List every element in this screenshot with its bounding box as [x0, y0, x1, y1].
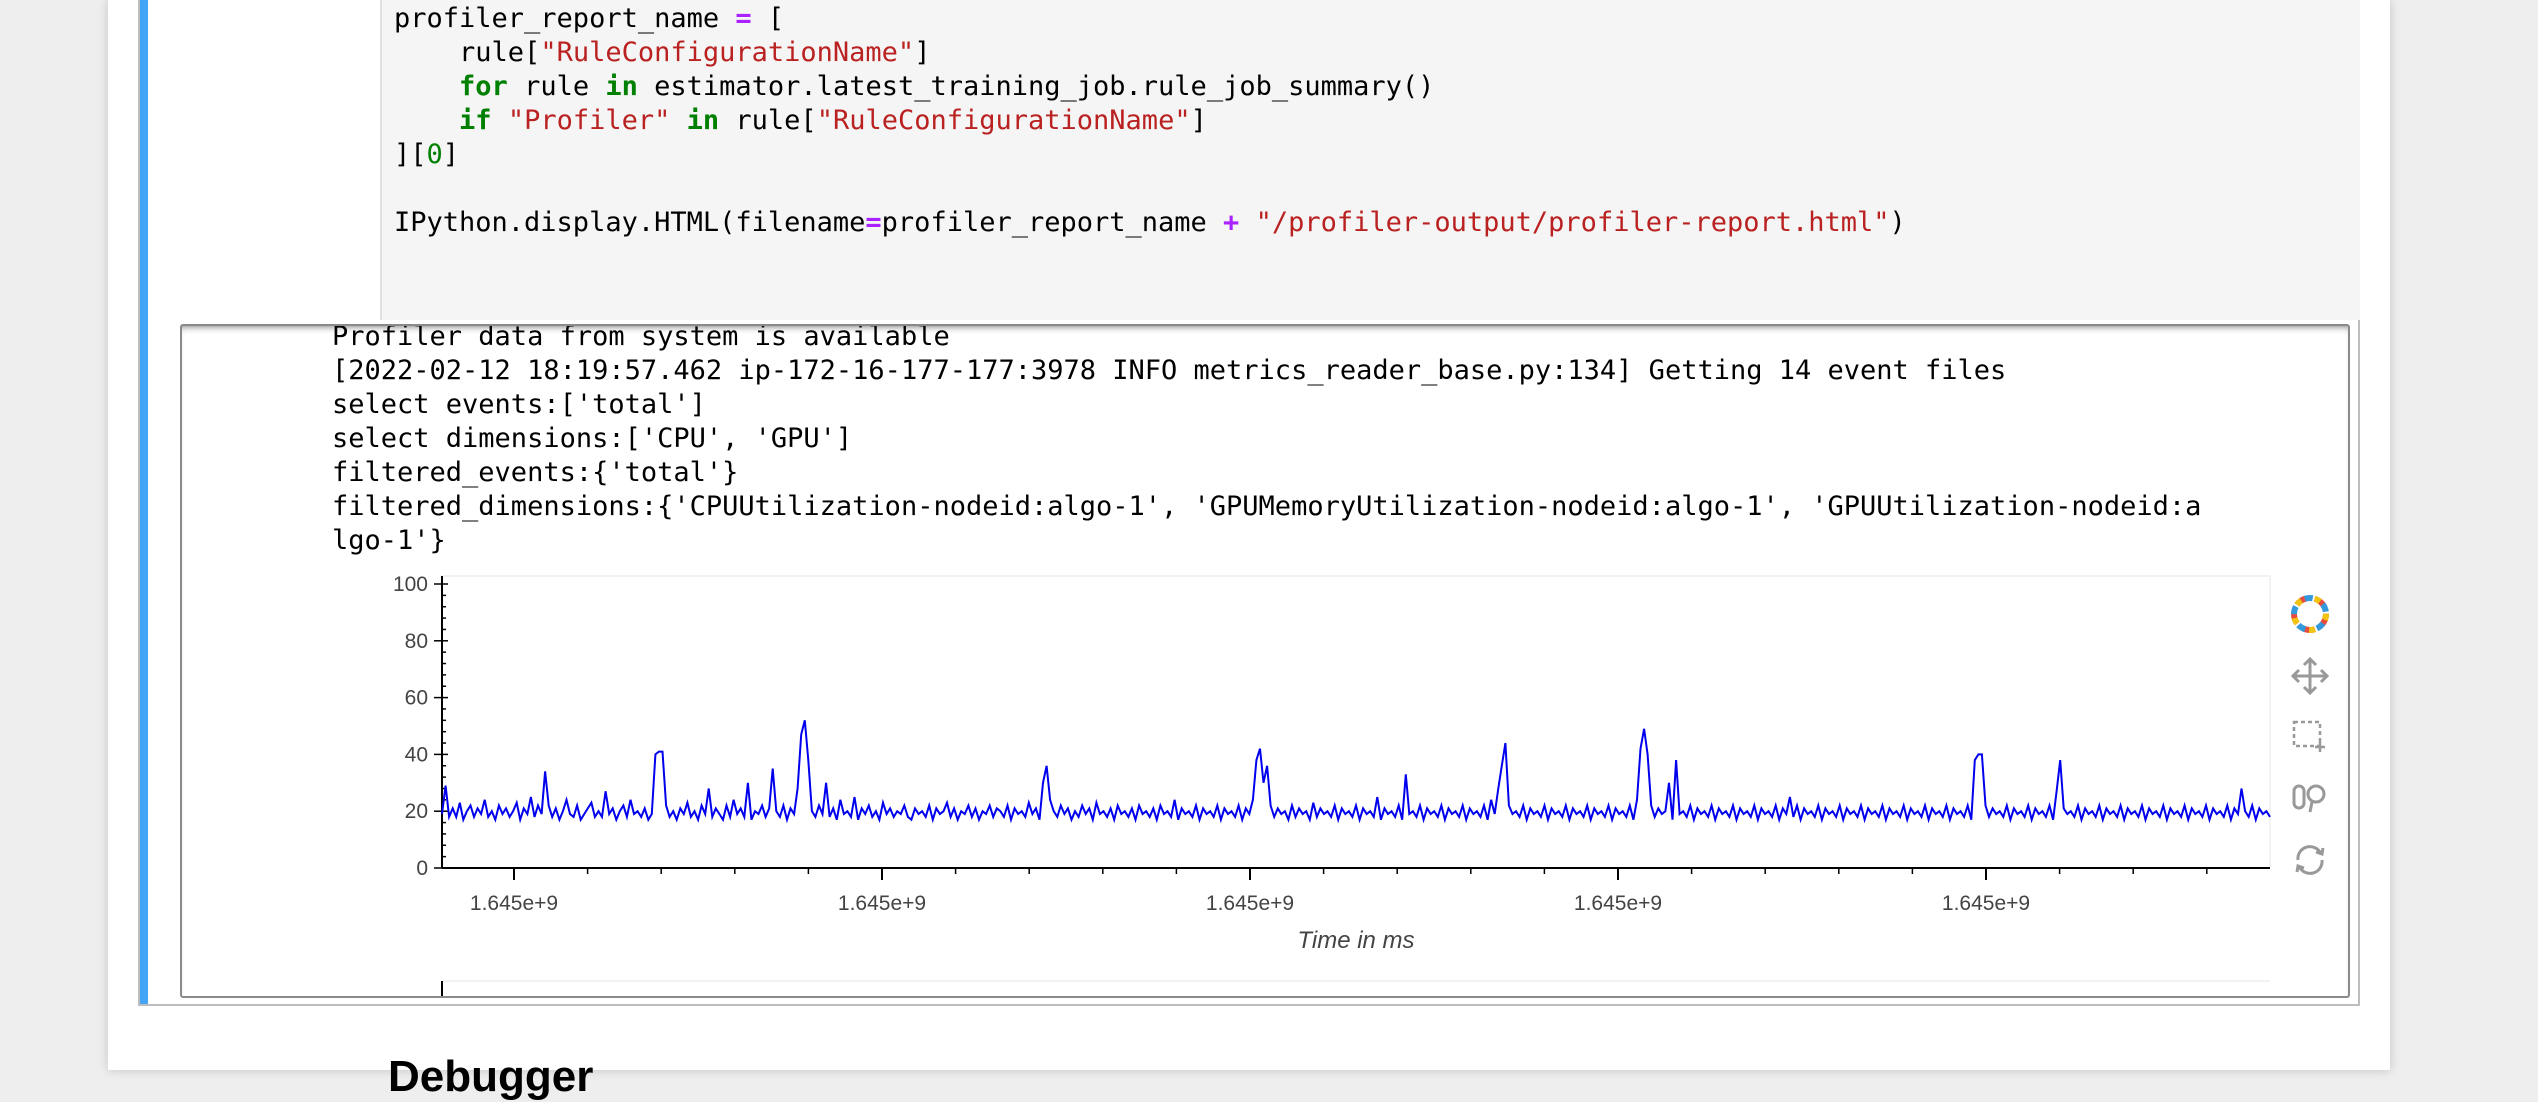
code-token: rule[	[719, 105, 817, 136]
stdout-line: filtered_events:{'total'}	[332, 457, 739, 488]
code-token: in	[605, 71, 638, 102]
y-tick-label: 60	[405, 687, 428, 710]
code-line: if "Profiler" in rule["RuleConfiguration…	[394, 104, 1906, 138]
chart-svg[interactable]: 0 20 40 60 80 100 1.645e+9 1.645e+9 1.645e+9 1.64…	[182, 556, 2348, 996]
next-section-heading: Debugger	[388, 1052, 594, 1101]
plot-frame	[441, 575, 2271, 869]
stdout-line: filtered_dimensions:{'CPUUtilization-nod…	[332, 491, 2202, 522]
stdout-line: [2022-02-12 18:19:57.462 ip-172-16-177-1…	[332, 355, 2007, 386]
x-tick-label: 1.645e+9	[1574, 892, 1662, 915]
code-token: ]	[442, 139, 460, 170]
code-editor[interactable]: profiler_report_name = [ rule["RuleConfi…	[380, 0, 2360, 320]
stdout-line: lgo-1'}	[332, 525, 446, 556]
code-token: =	[735, 3, 752, 34]
wheel-zoom-icon[interactable]	[2290, 778, 2330, 818]
code-token: "RuleConfigurationName"	[816, 105, 1191, 136]
code-token: =	[865, 207, 882, 238]
y-tick-label: 100	[393, 573, 428, 596]
code-text[interactable]: profiler_report_name = [ rule["RuleConfi…	[394, 2, 1906, 240]
code-token: +	[1223, 207, 1240, 238]
code-line: ][0]	[394, 138, 1906, 172]
stdout-text: Profiler data from system is available [2…	[332, 324, 2332, 558]
code-token: for	[459, 71, 508, 102]
code-token: 0	[426, 139, 443, 170]
x-tick-label: 1.645e+9	[838, 892, 926, 915]
stdout-line: Profiler data from system is available	[332, 324, 950, 352]
stdout-line: select events:['total']	[332, 389, 706, 420]
code-line: profiler_report_name = [	[394, 2, 1906, 36]
code-line: rule["RuleConfigurationName"]	[394, 36, 1906, 70]
code-token: "/profiler-output/profiler-report.html"	[1255, 207, 1890, 238]
stdout-line: select dimensions:['CPU', 'GPU']	[332, 423, 853, 454]
code-token: profiler_report_name	[394, 3, 736, 34]
code-token: [	[751, 3, 785, 34]
cell-selection-bar	[140, 0, 148, 1004]
notebook-container: profiler_report_name = [ rule["RuleConfi…	[108, 0, 2390, 1101]
code-token: profiler_report_name	[881, 207, 1224, 238]
code-token: in	[686, 105, 720, 136]
cpu-utilization-chart[interactable]: 0 20 40 60 80 100 1.645e+9 1.645e+9 1.645e+9 1.64…	[182, 556, 2348, 996]
code-token: rule[	[394, 37, 541, 68]
code-token: if	[459, 105, 492, 136]
code-token: rule	[507, 71, 606, 102]
code-token: ]	[914, 37, 931, 68]
code-token: ][	[394, 139, 427, 170]
y-tick-label: 80	[405, 630, 428, 653]
cell-input-area: profiler_report_name = [ rule["RuleConfi…	[148, 0, 2360, 320]
code-token: )	[1889, 207, 1906, 238]
reset-icon[interactable]	[2290, 840, 2330, 880]
x-axis-label: Time in ms	[1297, 927, 1414, 954]
code-line: IPython.display.HTML(filename=profiler_r…	[394, 206, 1906, 240]
code-cell[interactable]: profiler_report_name = [ rule["RuleConfi…	[138, 0, 2360, 1006]
x-tick-label: 1.645e+9	[1206, 892, 1294, 915]
y-tick-label: 20	[405, 800, 428, 823]
bokeh-toolbar	[2290, 594, 2330, 934]
code-token: estimator.latest_training_job.rule_job_s…	[637, 71, 1435, 102]
box-zoom-icon[interactable]	[2290, 716, 2330, 756]
pan-icon[interactable]	[2290, 656, 2330, 696]
y-tick-label: 40	[405, 743, 428, 766]
x-tick-label: 1.645e+9	[470, 892, 558, 915]
input-prompt	[148, 0, 380, 320]
y-tick-label: 0	[416, 857, 428, 880]
x-tick-label: 1.645e+9	[1942, 892, 2030, 915]
code-token: "Profiler"	[507, 105, 671, 136]
bokeh-logo-icon[interactable]	[2290, 594, 2330, 634]
code-line: for rule in estimator.latest_training_jo…	[394, 70, 1906, 104]
code-token: IPython.display.HTML(filename	[394, 207, 866, 238]
code-token: "RuleConfigurationName"	[540, 37, 915, 68]
code-token: ]	[1190, 105, 1207, 136]
cell-output-area[interactable]: Profiler data from system is available [2…	[180, 324, 2350, 998]
y-axis-label: CPUUtilization-nodeid:algo-1_t	[351, 578, 378, 908]
